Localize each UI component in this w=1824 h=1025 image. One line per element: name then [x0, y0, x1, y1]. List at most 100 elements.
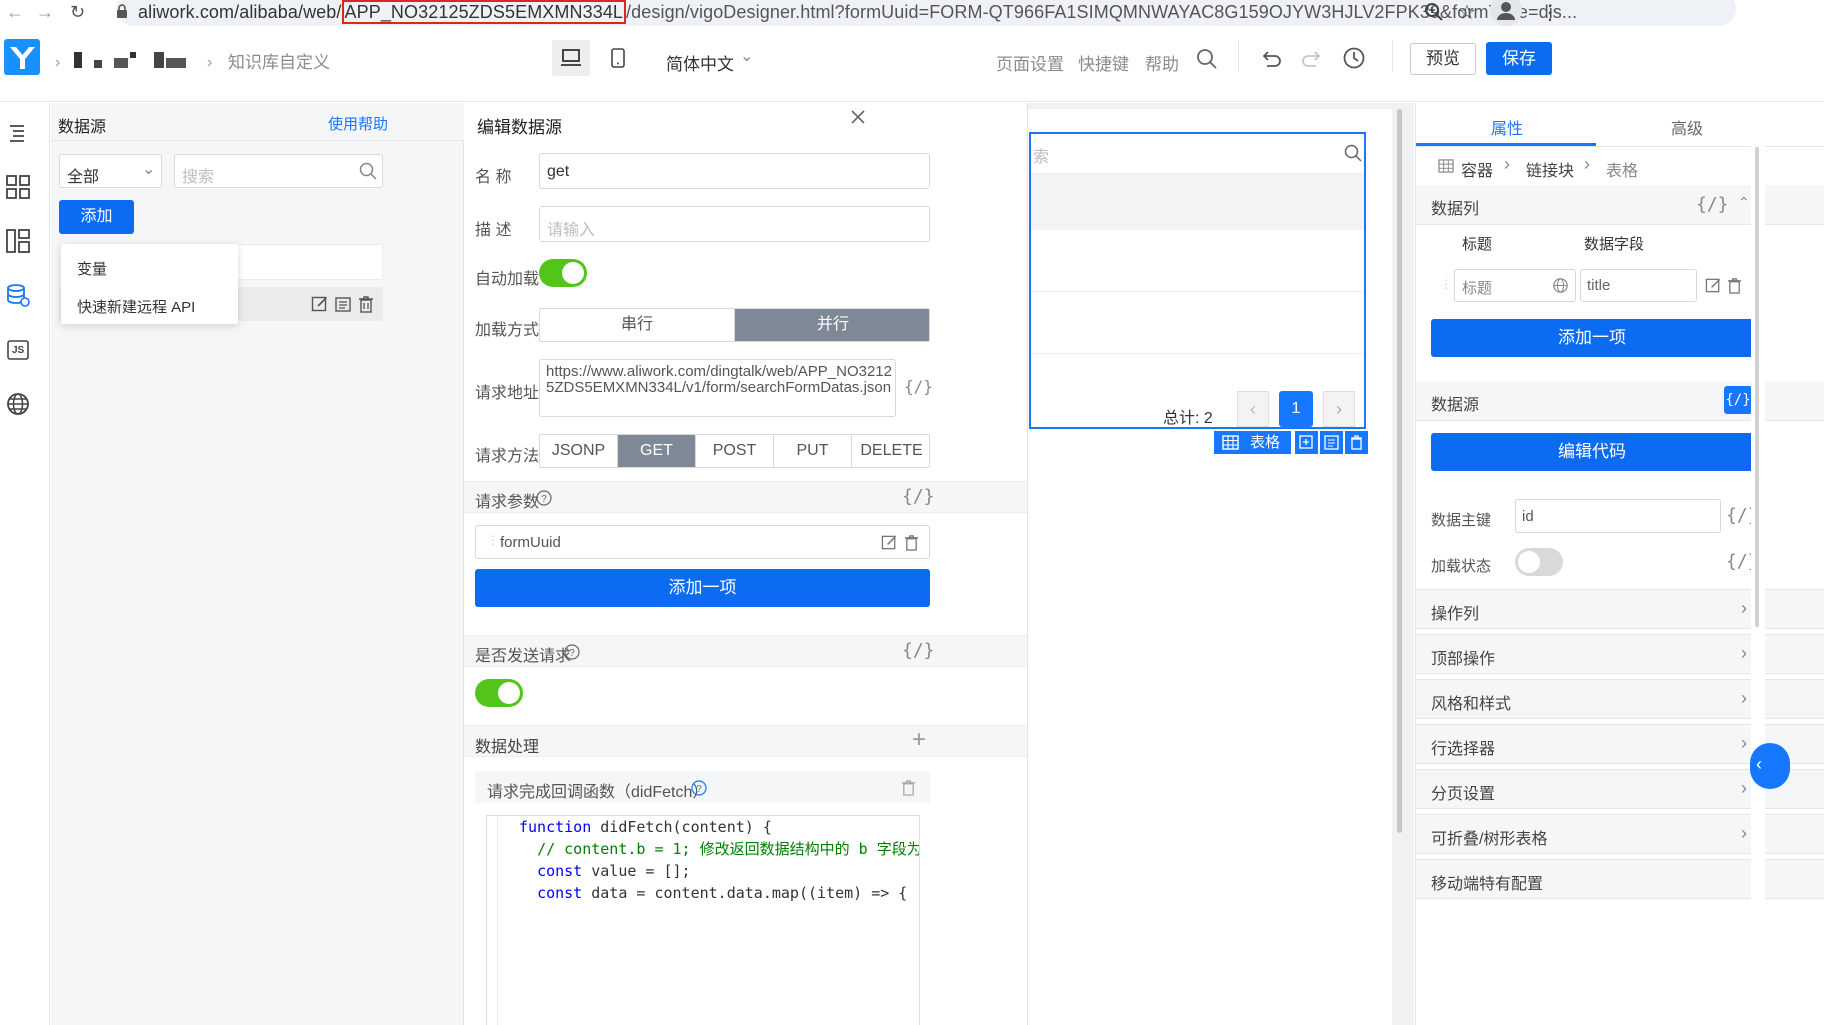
breadcrumb-link-block[interactable]: 链接块	[1526, 157, 1574, 181]
page-title[interactable]: 知识库自定义	[228, 48, 330, 73]
pagination-page-current[interactable]: 1	[1279, 391, 1313, 427]
collapse-panel-button[interactable]: ‹	[1750, 743, 1790, 789]
datasource-binding-active-icon[interactable]: {/}	[1724, 386, 1752, 414]
name-label: 名 称	[475, 169, 512, 186]
component-add-icon[interactable]	[1295, 431, 1318, 454]
add-column-button[interactable]: 添加一项	[1431, 319, 1753, 357]
edit-icon[interactable]	[311, 295, 329, 313]
method-put[interactable]: PUT	[774, 435, 852, 467]
help-question-icon[interactable]: ?	[564, 644, 580, 660]
forward-arrow-icon[interactable]: →	[36, 3, 54, 21]
component-tag[interactable]: 表格	[1214, 431, 1291, 454]
help-question-icon[interactable]: ?	[691, 780, 707, 796]
dropdown-item-variable[interactable]: 变量	[77, 258, 107, 279]
js-icon[interactable]: JS	[4, 336, 32, 364]
table-row[interactable]	[1031, 230, 1364, 292]
save-button[interactable]: 保存	[1486, 42, 1552, 75]
desktop-view-button[interactable]	[552, 40, 590, 76]
help-link[interactable]: 帮助	[1145, 50, 1179, 75]
add-plus-icon[interactable]: +	[912, 726, 926, 754]
method-post[interactable]: POST	[696, 435, 774, 467]
datasource-panel: 数据源 使用帮助 全部 ⌄ 搜索 添加 变量 快速新建远程 API	[51, 103, 464, 1025]
dropdown-item-remote-api[interactable]: 快速新建远程 API	[77, 296, 195, 317]
method-jsonp[interactable]: JSONP	[540, 435, 618, 467]
history-clock-icon[interactable]	[1342, 46, 1366, 70]
profile-avatar[interactable]	[1490, 0, 1522, 26]
send-variable-binding-icon[interactable]: {/}	[902, 640, 935, 661]
chevron-up-icon[interactable]: ⌃	[1738, 194, 1750, 211]
tab-advanced[interactable]: 高级	[1671, 115, 1703, 139]
datasource-icon[interactable]	[4, 281, 32, 309]
method-get[interactable]: GET	[618, 435, 696, 467]
preview-button[interactable]: 预览	[1410, 43, 1476, 75]
tab-attributes[interactable]: 属性	[1491, 115, 1523, 139]
trash-icon[interactable]	[904, 534, 919, 551]
request-url-input[interactable]: https://www.aliwork.com/dingtalk/web/APP…	[539, 359, 896, 417]
pagination-next[interactable]: ›	[1323, 391, 1355, 427]
trash-icon[interactable]	[358, 295, 374, 313]
shortcuts-link[interactable]: 快捷键	[1078, 50, 1129, 75]
zoom-icon[interactable]	[1424, 2, 1444, 22]
column-title-header: 标题	[1462, 236, 1493, 253]
mobile-view-button[interactable]	[600, 40, 636, 76]
selected-table-component[interactable]: 索 总计: 2 ‹ 1 ›	[1029, 132, 1366, 429]
loading-state-toggle[interactable]	[1515, 548, 1563, 576]
description-input[interactable]: 请输入	[539, 206, 930, 242]
left-icon-rail: JS	[0, 103, 50, 1025]
trash-icon[interactable]	[1727, 277, 1742, 294]
component-delete-icon[interactable]	[1345, 431, 1368, 454]
help-question-icon[interactable]: ?	[536, 490, 552, 506]
params-variable-binding-icon[interactable]: {/}	[902, 486, 935, 507]
url-variable-binding-icon[interactable]: {/}	[904, 377, 933, 396]
table-row[interactable]	[1031, 292, 1364, 354]
edit-icon[interactable]	[1705, 277, 1722, 294]
load-mode-parallel[interactable]: 并行	[735, 309, 929, 341]
props-scrollbar[interactable]	[1755, 147, 1759, 627]
close-icon[interactable]	[850, 109, 866, 125]
search-icon[interactable]	[1344, 144, 1362, 162]
chevron-down-icon[interactable]: ⌄	[740, 46, 753, 66]
app-logo-icon[interactable]	[4, 39, 40, 75]
trash-icon[interactable]	[901, 779, 916, 796]
reload-icon[interactable]: ↻	[70, 3, 85, 21]
code-editor[interactable]: function didFetch(content) { // content.…	[486, 815, 920, 1025]
redo-icon[interactable]	[1300, 48, 1324, 70]
search-input[interactable]: 搜索	[174, 154, 383, 188]
breadcrumb-table[interactable]: 表格	[1606, 157, 1638, 181]
section-label: 行选择器	[1431, 741, 1496, 758]
browser-menu-icon[interactable]: ⋮	[1540, 0, 1560, 25]
drag-handle-icon[interactable]: ⋮	[1440, 277, 1452, 291]
edit-icon[interactable]	[881, 534, 898, 551]
breadcrumb-container[interactable]: 容器	[1461, 157, 1493, 181]
components-grid-icon[interactable]	[4, 173, 32, 201]
undo-icon[interactable]	[1259, 48, 1283, 70]
globe-icon[interactable]	[4, 390, 32, 418]
search-icon[interactable]	[1196, 48, 1218, 70]
code-content: function didFetch(content) { // content.…	[519, 816, 919, 904]
load-mode-serial[interactable]: 串行	[540, 309, 735, 341]
pagination-prev[interactable]: ‹	[1237, 391, 1269, 427]
canvas-scrollbar[interactable]	[1397, 109, 1402, 833]
back-arrow-icon[interactable]: ←	[6, 3, 24, 21]
component-copy-icon[interactable]	[1320, 431, 1343, 454]
column-title-input[interactable]: 标题	[1454, 269, 1576, 302]
language-select[interactable]: 简体中文	[666, 50, 734, 75]
page-settings-link[interactable]: 页面设置	[996, 50, 1064, 75]
copy-icon[interactable]	[334, 295, 352, 313]
filter-select[interactable]: 全部 ⌄	[59, 154, 162, 188]
send-request-toggle[interactable]	[475, 679, 523, 707]
columns-variable-binding-icon[interactable]: {/}	[1696, 194, 1729, 215]
name-input[interactable]: get	[539, 153, 930, 189]
layout-icon[interactable]	[4, 227, 32, 255]
column-field-input[interactable]: title	[1580, 269, 1697, 302]
edit-code-button[interactable]: 编辑代码	[1431, 433, 1753, 471]
help-link[interactable]: 使用帮助	[328, 113, 388, 134]
method-delete[interactable]: DELETE	[852, 435, 929, 467]
add-param-button[interactable]: 添加一项	[475, 569, 930, 607]
outline-tree-icon[interactable]	[4, 119, 32, 147]
primary-key-input[interactable]: id	[1515, 499, 1721, 533]
auto-load-toggle[interactable]	[539, 259, 587, 287]
bookmark-star-icon[interactable]: ☆	[1458, 0, 1476, 25]
add-datasource-button[interactable]: 添加	[59, 200, 134, 234]
globe-icon[interactable]	[1552, 277, 1569, 294]
